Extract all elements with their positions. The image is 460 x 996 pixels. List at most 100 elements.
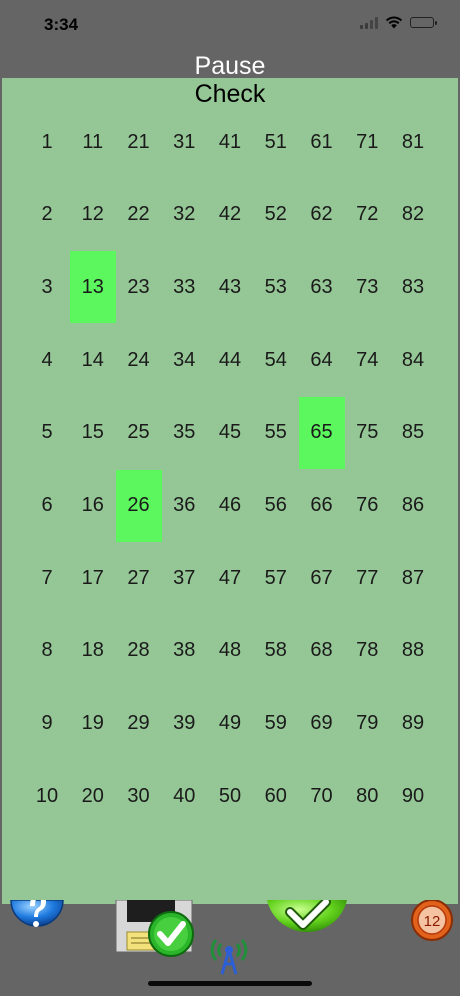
- number-cell[interactable]: 87: [390, 542, 436, 614]
- number-cell[interactable]: 8: [24, 615, 70, 687]
- number-cell[interactable]: 82: [390, 179, 436, 251]
- check-button[interactable]: Check: [0, 80, 460, 109]
- number-cell[interactable]: 25: [116, 397, 162, 469]
- timer-value: 12: [424, 913, 441, 930]
- number-cell[interactable]: 17: [70, 542, 116, 614]
- number-cell[interactable]: 88: [390, 615, 436, 687]
- number-cell[interactable]: 40: [161, 760, 207, 832]
- home-indicator: [148, 981, 312, 986]
- number-cell[interactable]: 63: [299, 251, 345, 323]
- number-cell[interactable]: 77: [344, 542, 390, 614]
- cellular-signal-icon: [360, 16, 378, 29]
- number-cell[interactable]: 54: [253, 324, 299, 396]
- number-cell[interactable]: 41: [207, 106, 253, 178]
- number-cell[interactable]: 70: [299, 760, 345, 832]
- number-cell[interactable]: 42: [207, 179, 253, 251]
- number-cell[interactable]: 7: [24, 542, 70, 614]
- number-cell[interactable]: 66: [299, 470, 345, 542]
- number-cell[interactable]: 52: [253, 179, 299, 251]
- number-cell[interactable]: 71: [344, 106, 390, 178]
- number-cell[interactable]: 2: [24, 179, 70, 251]
- number-cell[interactable]: 49: [207, 688, 253, 760]
- number-cell[interactable]: 36: [161, 470, 207, 542]
- number-cell[interactable]: 62: [299, 179, 345, 251]
- number-cell[interactable]: 46: [207, 470, 253, 542]
- number-cell[interactable]: 58: [253, 615, 299, 687]
- number-cell[interactable]: 48: [207, 615, 253, 687]
- number-cell[interactable]: 50: [207, 760, 253, 832]
- number-cell[interactable]: 35: [161, 397, 207, 469]
- number-cell[interactable]: 32: [161, 179, 207, 251]
- help-question-icon[interactable]: [10, 900, 64, 948]
- number-cell[interactable]: 3: [24, 251, 70, 323]
- number-cell[interactable]: 86: [390, 470, 436, 542]
- number-cell[interactable]: 64: [299, 324, 345, 396]
- number-cell[interactable]: 65: [298, 396, 345, 469]
- number-cell[interactable]: 30: [116, 760, 162, 832]
- number-cell[interactable]: 80: [344, 760, 390, 832]
- number-cell[interactable]: 76: [344, 470, 390, 542]
- number-cell[interactable]: 10: [24, 760, 70, 832]
- number-cell[interactable]: 24: [116, 324, 162, 396]
- number-cell[interactable]: 38: [161, 615, 207, 687]
- number-cell[interactable]: 18: [70, 615, 116, 687]
- number-cell[interactable]: 26: [115, 469, 162, 542]
- number-cell[interactable]: 74: [344, 324, 390, 396]
- number-cell[interactable]: 45: [207, 397, 253, 469]
- number-cell[interactable]: 56: [253, 470, 299, 542]
- number-cell[interactable]: 33: [161, 251, 207, 323]
- number-cell[interactable]: 60: [253, 760, 299, 832]
- number-cell[interactable]: 85: [390, 397, 436, 469]
- number-cell[interactable]: 67: [299, 542, 345, 614]
- number-cell[interactable]: 72: [344, 179, 390, 251]
- number-cell[interactable]: 51: [253, 106, 299, 178]
- number-cell[interactable]: 81: [390, 106, 436, 178]
- pause-button[interactable]: Pause: [0, 52, 460, 81]
- number-cell[interactable]: 44: [207, 324, 253, 396]
- number-cell[interactable]: 83: [390, 251, 436, 323]
- number-cell[interactable]: 19: [70, 688, 116, 760]
- number-cell[interactable]: 90: [390, 760, 436, 832]
- number-cell[interactable]: 89: [390, 688, 436, 760]
- number-cell[interactable]: 16: [70, 470, 116, 542]
- number-cell[interactable]: 22: [116, 179, 162, 251]
- number-cell[interactable]: 55: [253, 397, 299, 469]
- number-cell[interactable]: 61: [299, 106, 345, 178]
- number-cell[interactable]: 34: [161, 324, 207, 396]
- number-cell[interactable]: 4: [24, 324, 70, 396]
- number-cell[interactable]: 59: [253, 688, 299, 760]
- number-cell[interactable]: 28: [116, 615, 162, 687]
- number-cell[interactable]: 14: [70, 324, 116, 396]
- number-cell[interactable]: 1: [24, 106, 70, 178]
- number-cell[interactable]: 78: [344, 615, 390, 687]
- number-cell[interactable]: 11: [70, 106, 116, 178]
- number-cell[interactable]: 79: [344, 688, 390, 760]
- number-cell[interactable]: 73: [344, 251, 390, 323]
- save-check-icon[interactable]: [113, 900, 197, 958]
- number-cell[interactable]: 84: [390, 324, 436, 396]
- number-cell[interactable]: 69: [299, 688, 345, 760]
- number-cell[interactable]: 15: [70, 397, 116, 469]
- number-cell[interactable]: 9: [24, 688, 70, 760]
- number-cell[interactable]: 21: [116, 106, 162, 178]
- number-cell[interactable]: 6: [24, 470, 70, 542]
- number-cell[interactable]: 12: [70, 179, 116, 251]
- number-cell[interactable]: 20: [70, 760, 116, 832]
- number-cell[interactable]: 31: [161, 106, 207, 178]
- number-cell[interactable]: 43: [207, 251, 253, 323]
- number-cell[interactable]: 47: [207, 542, 253, 614]
- number-cell[interactable]: 13: [69, 251, 116, 324]
- timer-12-icon[interactable]: 12: [408, 900, 456, 944]
- number-cell[interactable]: 53: [253, 251, 299, 323]
- number-cell[interactable]: 57: [253, 542, 299, 614]
- number-cell[interactable]: 29: [116, 688, 162, 760]
- number-cell[interactable]: 37: [161, 542, 207, 614]
- number-cell[interactable]: 39: [161, 688, 207, 760]
- number-cell[interactable]: 75: [344, 397, 390, 469]
- number-cell[interactable]: 68: [299, 615, 345, 687]
- broadcast-antenna-icon[interactable]: [208, 934, 250, 976]
- number-cell[interactable]: 5: [24, 397, 70, 469]
- big-green-check-icon[interactable]: [264, 900, 350, 958]
- number-cell[interactable]: 23: [116, 251, 162, 323]
- number-cell[interactable]: 27: [116, 542, 162, 614]
